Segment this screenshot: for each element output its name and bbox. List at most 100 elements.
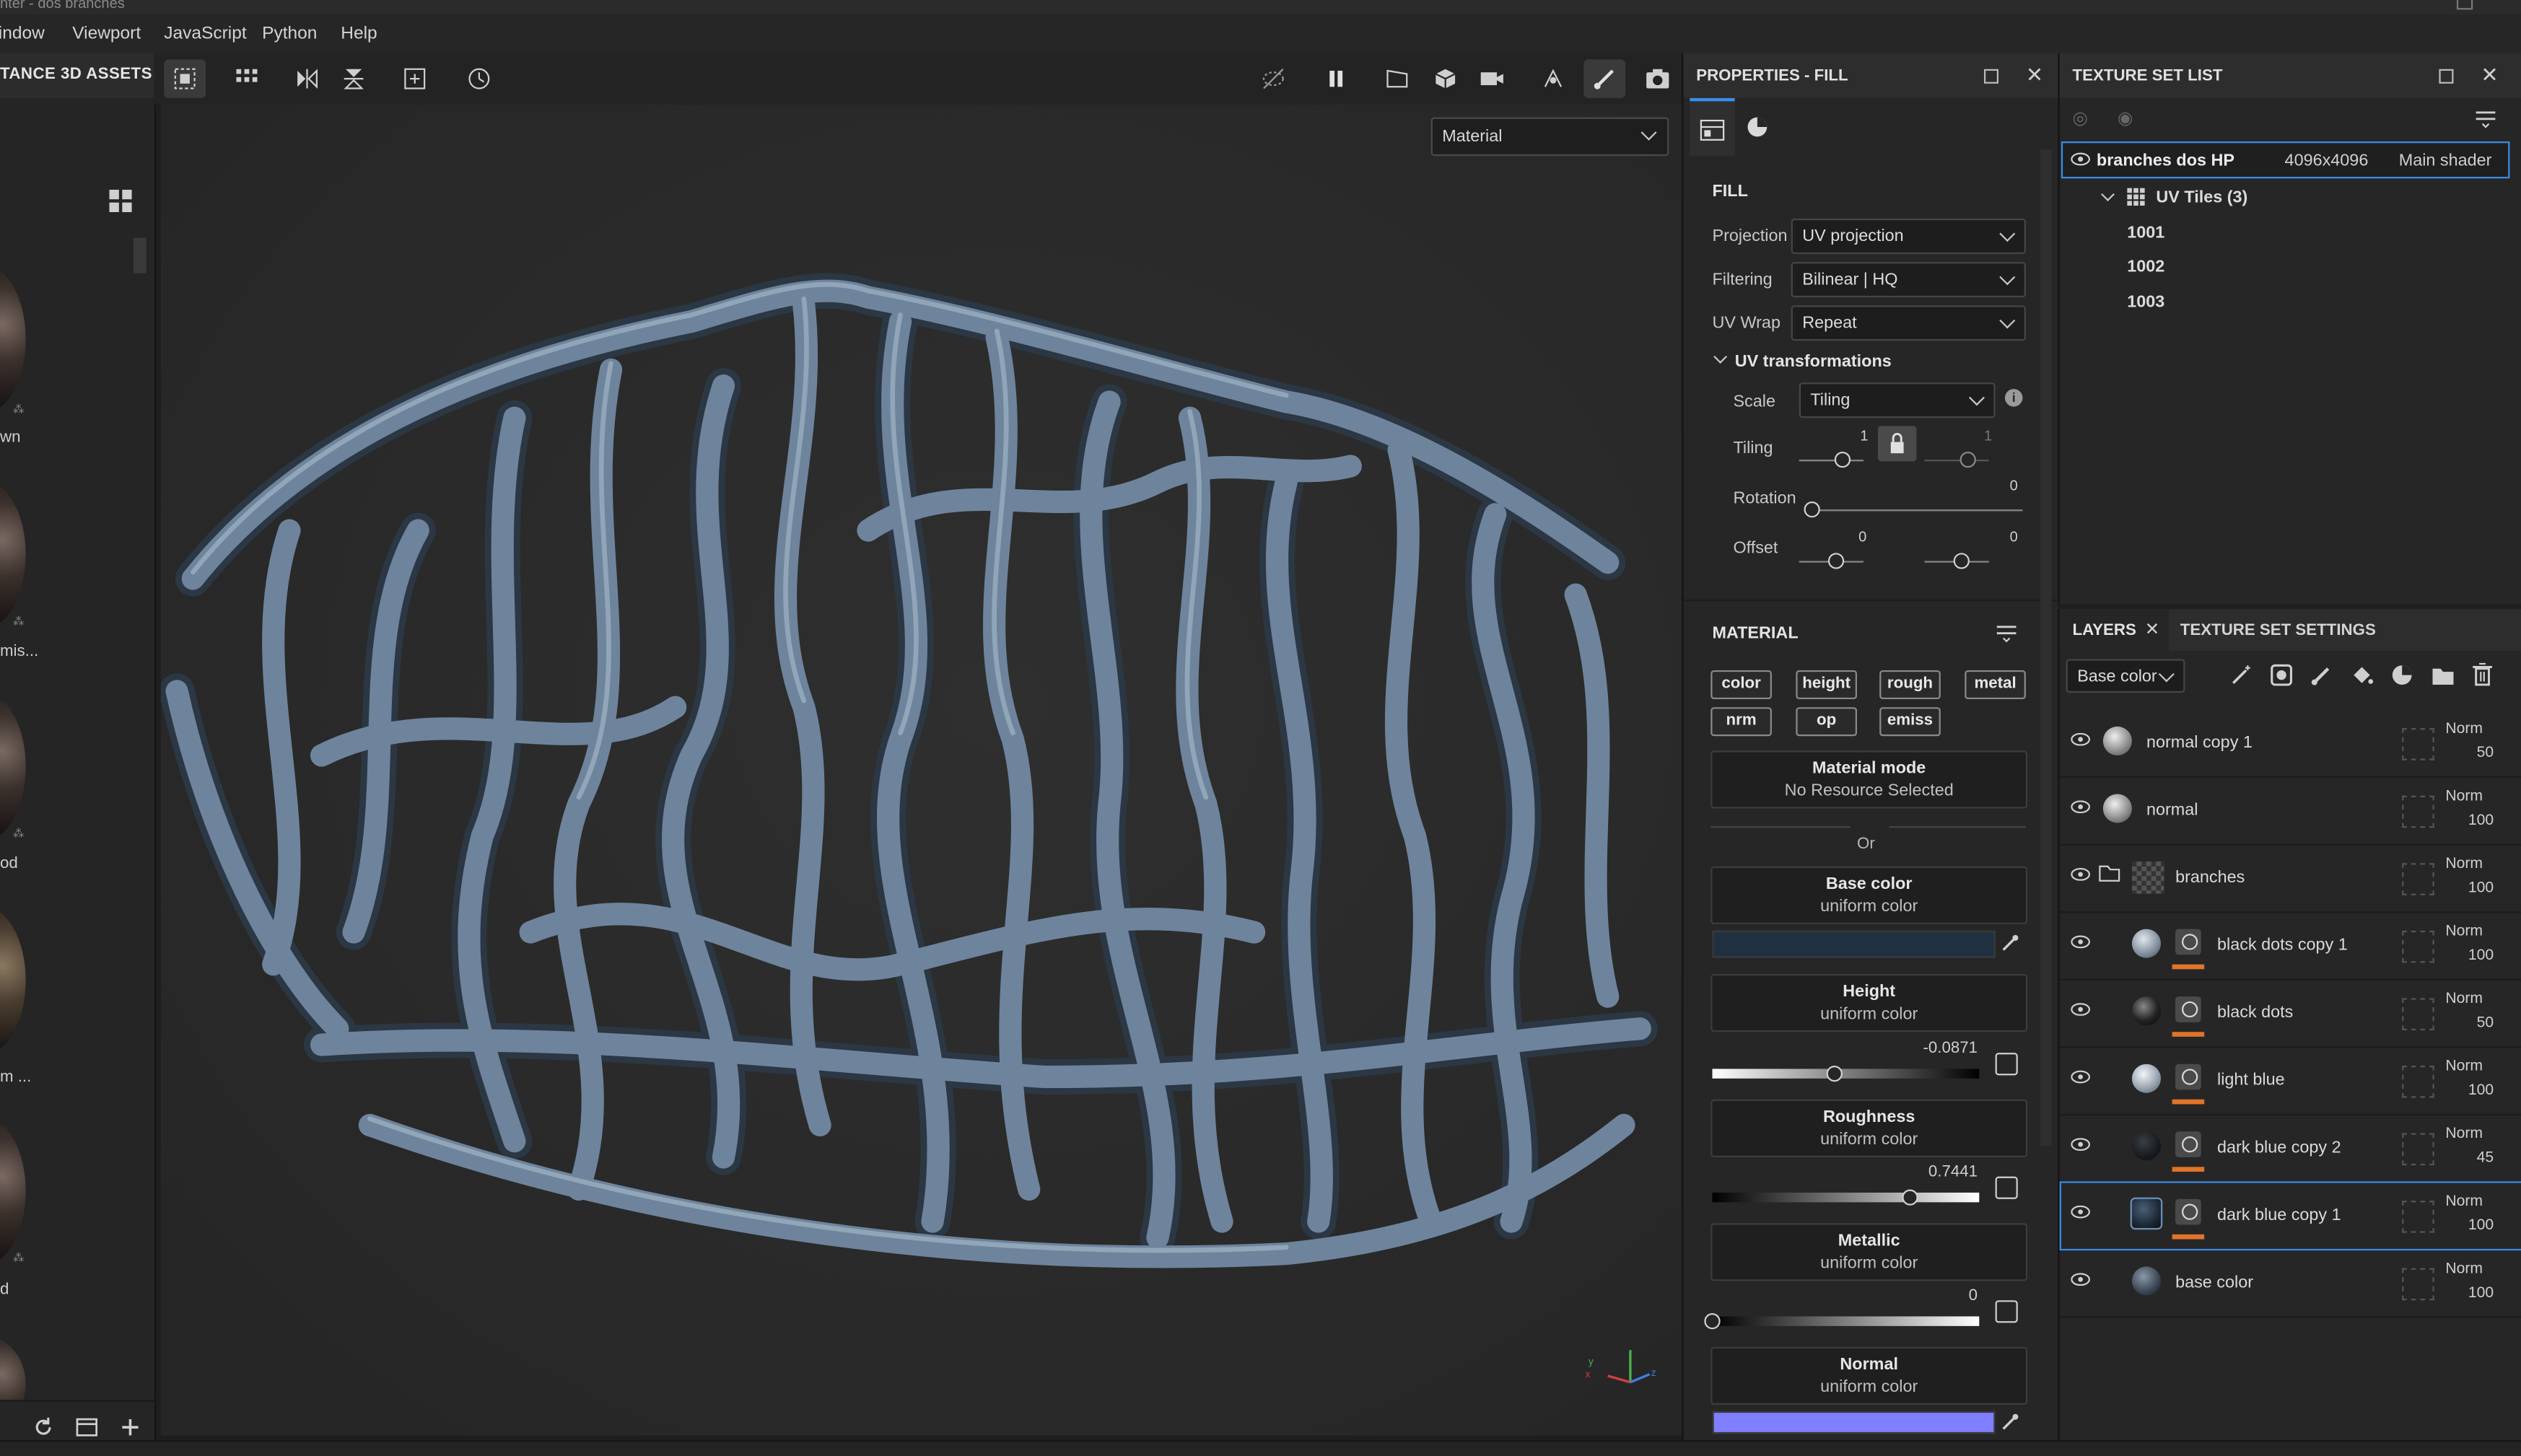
magic-wand-icon[interactable] — [2230, 664, 2253, 691]
layer-opacity[interactable]: 100 — [2465, 880, 2494, 898]
menu-help[interactable]: Help — [341, 24, 377, 43]
filtering-select[interactable]: Bilinear | HQ — [1791, 262, 2026, 298]
uv-tile-item[interactable]: 1002 — [2127, 257, 2164, 276]
folder-icon[interactable] — [2098, 863, 2120, 887]
layer-opacity[interactable]: 45 — [2465, 1149, 2494, 1167]
visibility-eye-icon[interactable] — [2071, 1069, 2091, 1084]
layer-opacity[interactable]: 100 — [2465, 1082, 2494, 1100]
add-folder-icon[interactable] — [2431, 664, 2455, 691]
uv-tile-item[interactable]: 1001 — [2127, 224, 2164, 243]
visibility-eye-icon[interactable] — [2071, 151, 2091, 172]
height-knob[interactable] — [1827, 1065, 1843, 1082]
layer-row[interactable]: branches Norm 100 — [2059, 844, 2521, 913]
layer-opacity[interactable]: 100 — [2465, 1284, 2494, 1302]
tab-layers[interactable]: LAYERS ✕ — [2059, 609, 2170, 652]
tab-texture-set-settings[interactable]: TEXTURE SET SETTINGS — [2180, 622, 2376, 640]
layer-name[interactable]: normal — [2146, 800, 2198, 820]
layer-name[interactable]: branches — [2175, 868, 2245, 887]
visibility-eye-icon[interactable] — [2071, 732, 2091, 746]
base-color-swatch[interactable] — [1712, 930, 1996, 958]
uv-tiles-label[interactable]: UV Tiles (3) — [2156, 188, 2247, 208]
layer-name[interactable]: normal copy 1 — [2146, 733, 2253, 753]
layer-mask-icon[interactable] — [2175, 1064, 2201, 1090]
channel-color-button[interactable]: color — [1710, 670, 1772, 700]
asset-thumbnail[interactable] — [0, 265, 26, 413]
asset-thumbnail[interactable] — [0, 906, 26, 1055]
mirror-vertical-icon[interactable] — [333, 59, 375, 97]
layer-opacity[interactable]: 100 — [2465, 812, 2494, 830]
add-effect-icon[interactable] — [2391, 664, 2413, 691]
layer-name[interactable]: base color — [2175, 1273, 2253, 1292]
material-mode-box[interactable]: Material mode No Resource Selected — [1710, 750, 2028, 809]
metallic-slider[interactable] — [1712, 1316, 1980, 1326]
channel-nrm-button[interactable]: nrm — [1710, 707, 1772, 737]
add-fill-layer-icon[interactable] — [2351, 664, 2374, 691]
symmetry-icon[interactable] — [1532, 59, 1574, 97]
projection-select[interactable]: UV projection — [1791, 218, 2026, 254]
roughness-knob[interactable] — [1901, 1189, 1918, 1206]
rotation-knob[interactable] — [1804, 501, 1820, 518]
layer-name[interactable]: light blue — [2217, 1071, 2285, 1090]
layer-blend-mode[interactable]: Norm — [2445, 720, 2483, 738]
layer-opacity[interactable]: 50 — [2465, 744, 2494, 762]
roughness-box[interactable]: Roughness uniform color — [1710, 1099, 2028, 1157]
uv-tile-item[interactable]: 1003 — [2127, 292, 2164, 312]
asset-thumbnail[interactable] — [0, 1117, 26, 1266]
close-icon[interactable]: ✕ — [2481, 63, 2498, 89]
channel-emiss-button[interactable]: emiss — [1879, 707, 1941, 737]
list-menu-icon[interactable] — [2474, 109, 2496, 133]
grid-view-icon[interactable] — [109, 189, 132, 213]
visibility-eye-icon[interactable] — [2071, 1136, 2091, 1152]
offset-u-knob[interactable] — [1827, 553, 1845, 569]
visibility-eye-icon[interactable] — [2071, 1271, 2091, 1286]
layer-row[interactable]: black dots copy 1 Norm 100 — [2059, 911, 2521, 981]
tab-material-icon[interactable] — [1744, 114, 1770, 144]
scale-select[interactable]: Tiling — [1799, 382, 1996, 418]
screenshot-camera-icon[interactable] — [1637, 59, 1679, 97]
camera-video-icon[interactable] — [1471, 59, 1513, 97]
lock-icon[interactable] — [1877, 426, 1917, 462]
normal-swatch[interactable] — [1712, 1411, 1996, 1434]
tile-view-icon[interactable] — [164, 59, 206, 98]
visibility-eye-icon[interactable] — [2071, 1001, 2091, 1016]
layer-row[interactable]: light blue Norm 100 — [2059, 1046, 2521, 1116]
layer-opacity[interactable]: 100 — [2465, 1216, 2494, 1234]
uv-transformations-heading[interactable]: UV transformations — [1735, 352, 1892, 372]
layer-mask-icon[interactable] — [2175, 1198, 2201, 1225]
asset-thumbnail[interactable] — [0, 693, 26, 841]
layer-blend-mode[interactable]: Norm — [2445, 855, 2483, 873]
layer-blend-mode[interactable]: Norm — [2445, 990, 2483, 1008]
cube-icon[interactable] — [1425, 59, 1467, 97]
layer-opacity[interactable]: 50 — [2465, 1014, 2494, 1032]
channel-height-button[interactable]: height — [1796, 670, 1857, 700]
roughness-slider[interactable] — [1712, 1192, 1980, 1203]
show-all-icon[interactable]: ◉ — [2118, 108, 2133, 128]
pause-icon[interactable] — [1315, 59, 1357, 97]
uvwrap-select[interactable]: Repeat — [1791, 305, 2026, 341]
tiling-u-knob[interactable] — [1834, 451, 1851, 468]
menu-python[interactable]: Python — [262, 24, 317, 43]
layer-blend-mode[interactable]: Norm — [2445, 1193, 2483, 1211]
metallic-knob[interactable] — [1704, 1313, 1721, 1330]
eyedropper-icon[interactable] — [2000, 934, 2019, 957]
metallic-box[interactable]: Metallic uniform color — [1710, 1223, 2028, 1281]
info-icon[interactable]: i — [2004, 389, 2023, 407]
layer-mask-icon[interactable] — [2175, 996, 2201, 1022]
asset-thumbnail[interactable] — [0, 481, 26, 629]
eyedropper-icon[interactable] — [2000, 1413, 2019, 1437]
add-icon[interactable] — [119, 1416, 141, 1444]
paint-brush-icon[interactable] — [1583, 59, 1626, 98]
height-link-icon[interactable] — [1995, 1053, 2018, 1076]
layer-opacity[interactable]: 100 — [2465, 947, 2494, 965]
hide-overlay-icon[interactable] — [1252, 59, 1294, 97]
layer-blend-mode[interactable]: Norm — [2445, 1058, 2483, 1076]
layer-name[interactable]: dark blue copy 1 — [2217, 1206, 2341, 1225]
collapse-chevron-icon[interactable] — [1713, 350, 1728, 364]
height-slider[interactable] — [1712, 1069, 1980, 1079]
tiling-v-slider[interactable] — [1924, 460, 1989, 462]
add-mask-icon[interactable] — [2271, 664, 2293, 691]
layer-mask-icon[interactable] — [2175, 1131, 2201, 1157]
layer-row[interactable]: normal Norm 100 — [2059, 776, 2521, 846]
layer-name[interactable]: black dots — [2217, 1003, 2293, 1022]
height-box[interactable]: Height uniform color — [1710, 973, 2028, 1032]
